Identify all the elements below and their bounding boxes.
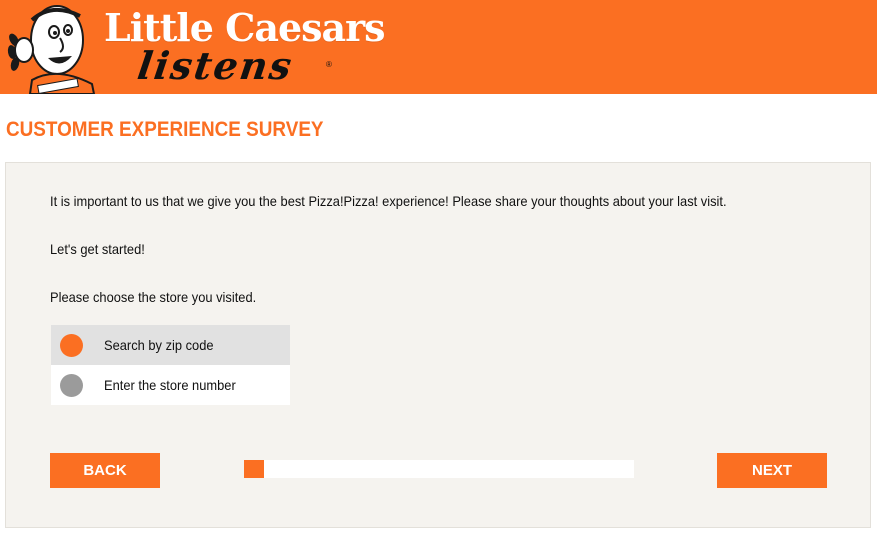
site-header: Little Caesars listens ® [0, 0, 877, 94]
radio-unselected-icon[interactable] [60, 373, 83, 397]
intro-text: It is important to us that we give you t… [50, 193, 727, 209]
radio-selected-icon[interactable] [60, 333, 83, 357]
little-caesar-mascot-icon [7, 5, 96, 94]
store-choice-options: Search by zip code Enter the store numbe… [51, 325, 290, 405]
brand-tagline: listens [134, 43, 297, 88]
registered-mark: ® [326, 60, 332, 69]
start-text: Let's get started! [50, 241, 145, 257]
survey-panel: It is important to us that we give you t… [5, 162, 871, 528]
option-label: Enter the store number [104, 377, 236, 393]
option-search-by-zip[interactable]: Search by zip code [51, 325, 290, 365]
option-label: Search by zip code [104, 337, 214, 353]
next-button[interactable]: NEXT [717, 453, 827, 488]
option-enter-store-number[interactable]: Enter the store number [51, 365, 290, 405]
question-text: Please choose the store you visited. [50, 289, 257, 305]
back-button[interactable]: BACK [50, 453, 160, 488]
page-title: CUSTOMER EXPERIENCE SURVEY [6, 118, 324, 141]
progress-bar [244, 460, 634, 478]
progress-bar-fill [244, 460, 264, 478]
